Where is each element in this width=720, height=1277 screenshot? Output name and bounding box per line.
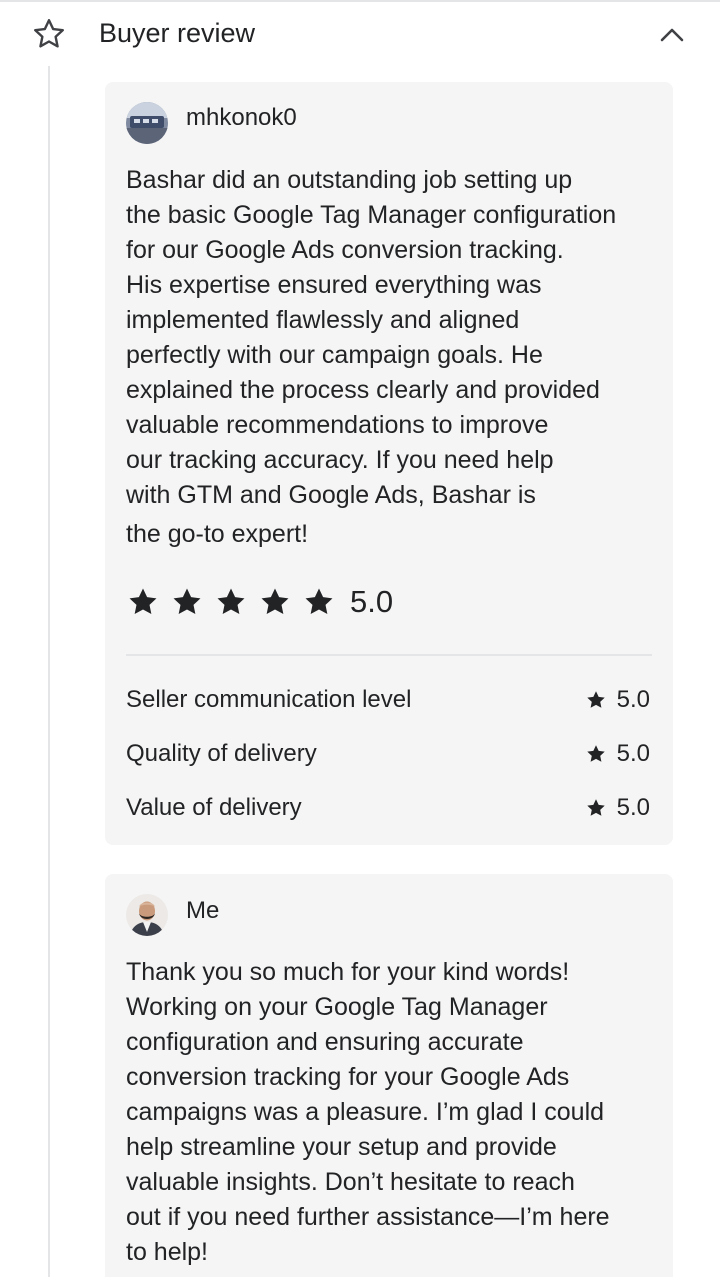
rating-label: Quality of delivery <box>126 740 317 767</box>
rating-score: 5.0 <box>616 686 650 713</box>
reply-username[interactable]: Me <box>186 896 219 926</box>
reply-text-line: conversion tracking for your Google Ads <box>126 1063 570 1091</box>
star-filled-icon <box>586 799 605 816</box>
avatar[interactable] <box>126 894 168 936</box>
star-filled-icon <box>217 588 245 615</box>
star-filled-icon <box>261 588 289 615</box>
avatar[interactable] <box>126 102 168 144</box>
star-filled-icon <box>305 588 333 615</box>
star-filled-icon <box>586 745 605 762</box>
reviewer-username[interactable]: mhkonok0 <box>186 103 297 133</box>
review-text-line: His expertise ensured everything was <box>126 271 542 299</box>
chevron-up-icon[interactable] <box>656 22 688 46</box>
review-text-line: Bashar did an outstanding job setting up <box>126 166 573 194</box>
rating-value: 5.0 <box>585 737 650 771</box>
review-text-line: valuable recommendations to improve <box>126 411 549 439</box>
rating-row-value: Value of delivery 5.0 <box>126 791 652 825</box>
rating-label: Value of delivery <box>126 794 302 821</box>
star-outline-icon <box>34 19 64 48</box>
star-filled-icon <box>129 588 157 615</box>
review-text-line: the basic Google Tag Manager configurati… <box>126 201 617 229</box>
reply-text-line: configuration and ensuring accurate <box>126 1028 524 1056</box>
star-filled-icon <box>586 691 605 708</box>
star-filled-icon <box>173 588 201 615</box>
rating-divider <box>126 654 652 656</box>
review-text-line: our tracking accuracy. If you need help <box>126 446 554 474</box>
reply-text-line: to help! <box>126 1238 209 1266</box>
review-text-line: implemented flawlessly and aligned <box>126 306 520 334</box>
review-text-line: with GTM and Google Ads, Bashar is <box>126 481 536 509</box>
rating-score: 5.0 <box>616 794 650 821</box>
buyer-review-header[interactable]: Buyer review <box>0 2 720 64</box>
review-card: mhkonok0 Bashar did an outstanding job s… <box>105 82 673 845</box>
review-text-line: for our Google Ads conversion tracking. <box>126 236 564 264</box>
reply-text-line: out if you need further assistance—I’m h… <box>126 1203 610 1231</box>
review-text-line: perfectly with our campaign goals. He <box>126 341 543 369</box>
reply-text-line: campaigns was a pleasure. I’m glad I cou… <box>126 1098 605 1126</box>
timeline-line <box>48 66 50 1277</box>
reply-text-line: help streamline your setup and provide <box>126 1133 557 1161</box>
rating-score: 5.0 <box>616 740 650 767</box>
overall-rating-value: 5.0 <box>350 584 394 619</box>
section-title: Buyer review <box>99 18 256 48</box>
reply-text-line: valuable insights. Don’t hesitate to rea… <box>126 1168 575 1196</box>
reply-text-line: Working on your Google Tag Manager <box>126 993 548 1021</box>
seller-reply-card: Me Thank you so much for your kind words… <box>105 874 673 1277</box>
rating-label: Seller communication level <box>126 686 412 713</box>
review-text: Bashar did an outstanding job setting up… <box>126 163 656 552</box>
overall-rating: 5.0 <box>126 582 393 622</box>
rating-value: 5.0 <box>585 791 650 825</box>
reply-text-line: Thank you so much for your kind words! <box>126 958 570 986</box>
reply-text: Thank you so much for your kind words! W… <box>126 955 656 1270</box>
rating-value: 5.0 <box>585 683 650 717</box>
rating-row-communication: Seller communication level 5.0 <box>126 683 652 717</box>
review-text-line: explained the process clearly and provid… <box>126 376 600 404</box>
review-text-line: the go-to expert! <box>126 520 309 548</box>
rating-row-quality: Quality of delivery 5.0 <box>126 737 652 771</box>
